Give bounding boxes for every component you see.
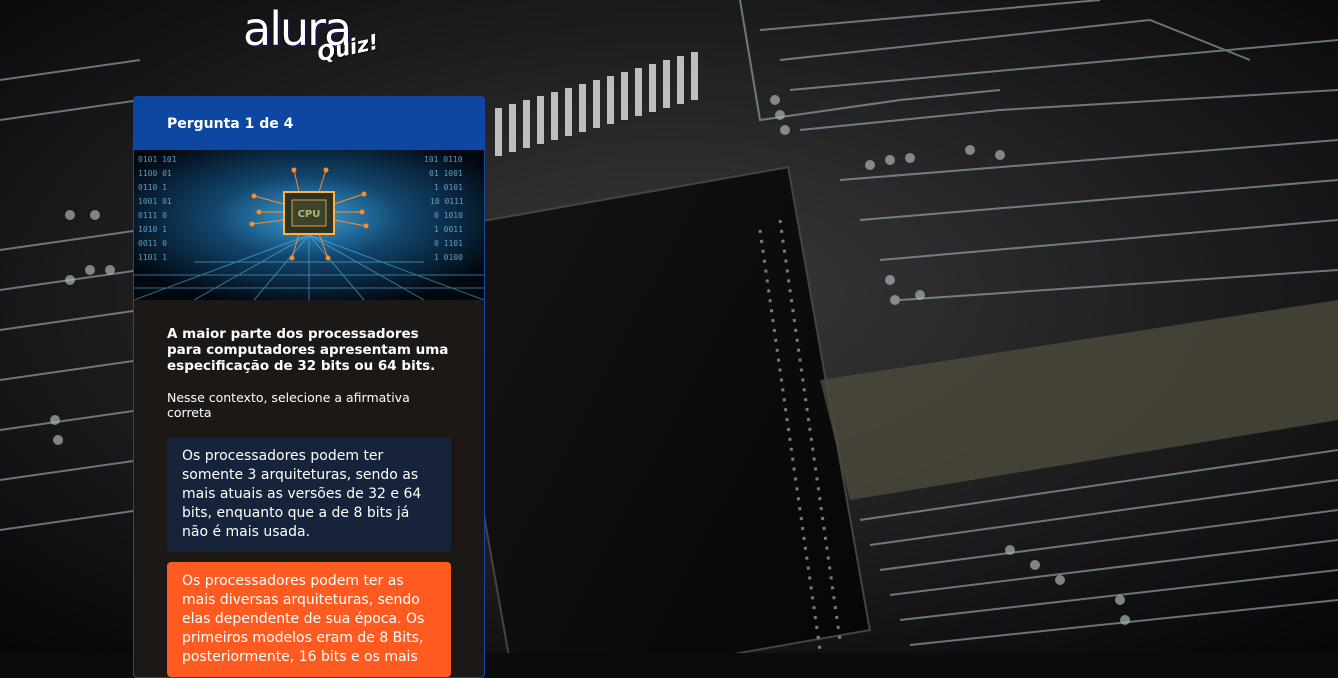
question-description: Nesse contexto, selecione a afirmativa c… xyxy=(167,390,410,420)
chip-label: CPU xyxy=(298,209,321,220)
quiz-card-header: Pergunta 1 de 4 xyxy=(134,97,484,150)
svg-text:1001 01: 1001 01 xyxy=(138,197,172,206)
svg-text:1 0101: 1 0101 xyxy=(434,183,463,192)
svg-text:1 0100: 1 0100 xyxy=(434,253,463,262)
svg-text:1010 1: 1010 1 xyxy=(138,225,167,234)
svg-text:1 0011: 1 0011 xyxy=(434,225,463,234)
svg-text:101 0110: 101 0110 xyxy=(424,155,463,164)
question-title: A maior parte dos processadores para com… xyxy=(167,326,449,374)
svg-text:0101 101: 0101 101 xyxy=(138,155,177,164)
svg-text:0 1101: 0 1101 xyxy=(434,239,463,248)
question-progress: Pergunta 1 de 4 xyxy=(167,115,294,132)
svg-text:01 1001: 01 1001 xyxy=(429,169,463,178)
svg-text:0111 0: 0111 0 xyxy=(138,211,167,220)
quiz-card-body: A maior parte dos processadores para com… xyxy=(134,300,484,677)
svg-text:0011 0: 0011 0 xyxy=(138,239,167,248)
alura-quiz-logo: alura Quiz! xyxy=(243,2,393,82)
svg-text:0110 1: 0110 1 xyxy=(138,183,167,192)
answer-option-1[interactable]: Os processadores podem ter somente 3 arq… xyxy=(167,437,451,552)
svg-text:0 1010: 0 1010 xyxy=(434,211,463,220)
svg-text:1101 1: 1101 1 xyxy=(138,253,167,262)
svg-text:10 0111: 10 0111 xyxy=(430,197,464,206)
question-image: 0101 101 1100 01 0110 1 1001 01 0111 0 1010 … xyxy=(134,150,484,300)
svg-text:1100 01: 1100 01 xyxy=(138,169,172,178)
answer-option-2[interactable]: Os processadores podem ter as mais diver… xyxy=(167,562,451,677)
quiz-card: Pergunta 1 de 4 0101 101 1100 01 0110 1 … xyxy=(133,96,485,678)
